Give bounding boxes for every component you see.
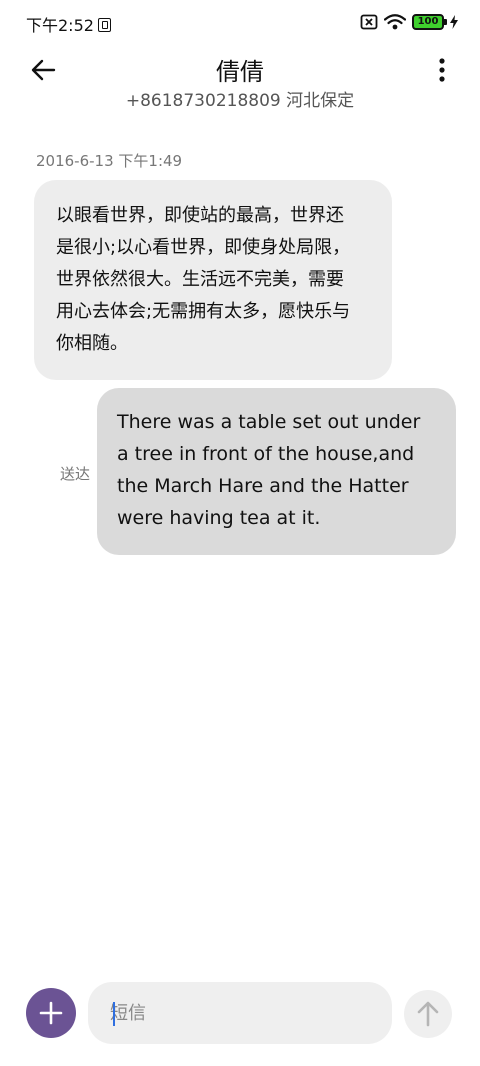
message-input[interactable] [110, 1002, 370, 1024]
message-timestamp: 2016-6-13 下午1:49 [36, 152, 183, 170]
wifi-icon [384, 14, 406, 30]
arrow-up-icon [417, 1001, 439, 1027]
charging-icon [450, 15, 458, 29]
incoming-message-bubble[interactable]: 以眼看世界，即使站的最高，世界还是很小;以心看世界，即使身处局限，世界依然很大。… [34, 180, 392, 380]
status-bar: 下午2:52 100 [0, 0, 480, 44]
battery-icon: 100 [412, 14, 447, 30]
outgoing-message-text: There was a table set out under a tree i… [117, 411, 421, 529]
outgoing-message-bubble[interactable]: There was a table set out under a tree i… [97, 388, 456, 555]
sim-card-icon [97, 18, 111, 32]
message-input-box[interactable] [88, 982, 392, 1044]
contact-name: 倩倩 [216, 58, 264, 86]
add-attachment-button[interactable] [26, 988, 76, 1038]
status-time-text: 下午2:52 [26, 16, 94, 35]
more-vertical-icon [439, 58, 445, 82]
plus-icon [39, 1001, 63, 1025]
text-cursor [113, 1002, 115, 1026]
delivery-status: 送达 [60, 465, 91, 483]
battery-level: 100 [417, 16, 439, 27]
no-sim-icon [360, 14, 378, 30]
contact-number: +8618730218809 河北保定 [125, 91, 355, 111]
conversation-header: 倩倩 +8618730218809 河北保定 [0, 44, 480, 122]
message-composer [0, 978, 480, 1050]
more-options-button[interactable] [432, 54, 452, 86]
status-icons: 100 [360, 12, 458, 32]
status-time: 下午2:52 [26, 12, 111, 36]
send-button[interactable] [404, 990, 452, 1038]
incoming-message-text: 以眼看世界，即使站的最高，世界还是很小;以心看世界，即使身处局限，世界依然很大。… [56, 205, 351, 354]
